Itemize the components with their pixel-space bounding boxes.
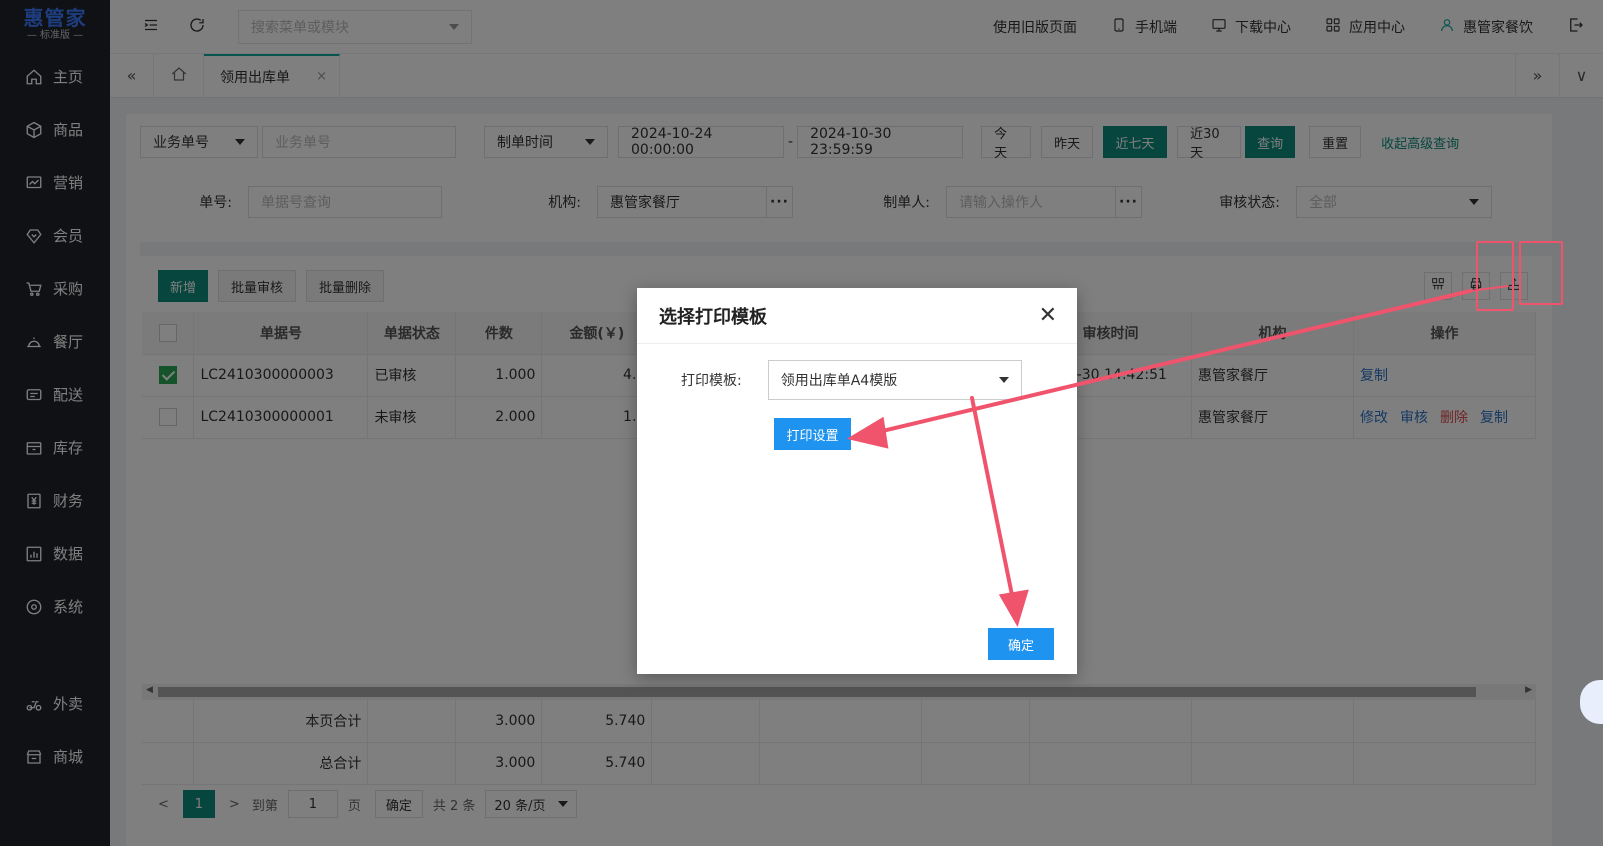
annotation-box-print	[1476, 241, 1514, 311]
dialog-header: 选择打印模板 ✕	[637, 288, 1077, 344]
print-template-dialog: 选择打印模板 ✕ 打印模板: 领用出库单A4模版 打印设置 确定	[637, 288, 1077, 674]
template-value: 领用出库单A4模版	[780, 373, 898, 389]
chevron-down-icon	[998, 377, 1009, 383]
template-label: 打印模板:	[681, 373, 742, 389]
dialog-title: 选择打印模板	[659, 306, 767, 328]
template-row: 打印模板: 领用出库单A4模版	[681, 360, 1022, 400]
template-select[interactable]: 领用出库单A4模版	[767, 360, 1022, 400]
annotation-box-export	[1519, 241, 1563, 305]
print-settings-button[interactable]: 打印设置	[774, 418, 851, 450]
close-icon[interactable]: ✕	[1039, 303, 1057, 328]
confirm-button[interactable]: 确定	[988, 628, 1054, 660]
